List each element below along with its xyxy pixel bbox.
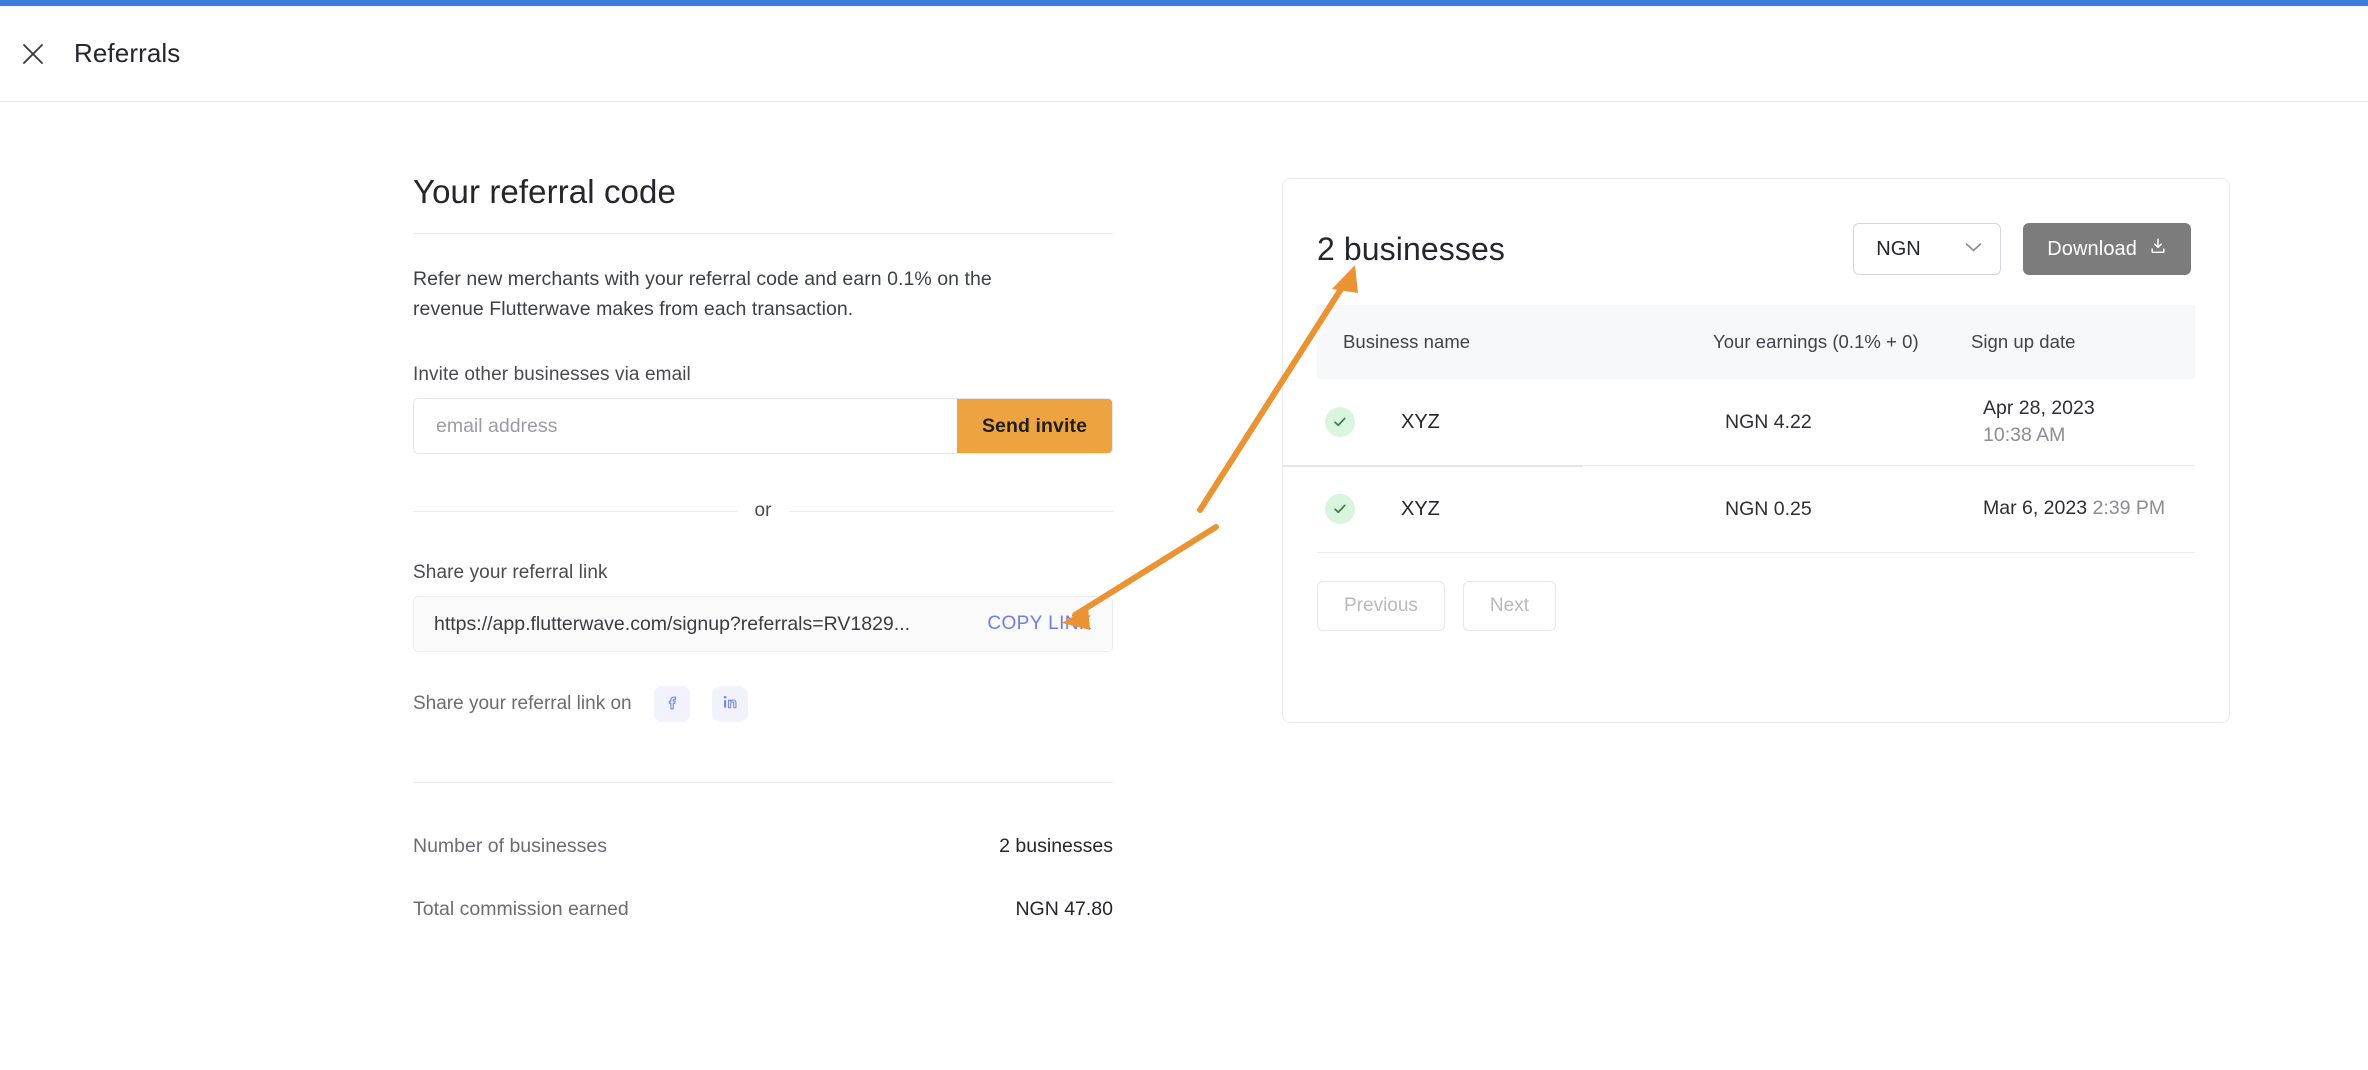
cell-earnings: NGN 0.25: [1725, 497, 1812, 520]
column-header-business-name: Business name: [1343, 330, 1471, 352]
referred-businesses-card: 2 businesses NGN Download Business name …: [1282, 178, 2230, 723]
card-header: 2 businesses NGN Download: [1283, 179, 2229, 275]
download-icon: [2149, 237, 2167, 261]
card-actions: NGN Download: [1853, 223, 2191, 275]
table-row[interactable]: XYZ NGN 0.25 Mar 6, 2023 2:39 PM: [1317, 466, 2195, 552]
or-rule-left: [413, 510, 737, 512]
table-header-row: Business name Your earnings (0.1% + 0) S…: [1317, 305, 2195, 379]
or-rule-right: [789, 510, 1113, 512]
chevron-down-icon: [1965, 240, 1982, 258]
cell-business-name: XYZ: [1401, 410, 1440, 433]
close-icon: [22, 43, 44, 65]
referral-code-panel: Your referral code Refer new merchants w…: [413, 173, 1113, 921]
businesses-count-title: 2 businesses: [1317, 230, 1505, 267]
invite-email-label: Invite other businesses via email: [413, 364, 691, 386]
summary-label: Number of businesses: [413, 835, 608, 858]
referral-link-text: https://app.flutterwave.com/signup?refer…: [434, 612, 911, 635]
cell-business-name: XYZ: [1401, 497, 1440, 520]
linkedin-icon: [721, 693, 739, 716]
column-header-earnings: Your earnings (0.1% + 0): [1713, 330, 1919, 352]
facebook-icon: [663, 693, 681, 716]
cell-signup-date: Mar 6, 2023 2:39 PM: [1983, 495, 2195, 522]
cell-signup-date: Apr 28, 2023 10:38 AM: [1983, 395, 2195, 450]
share-social-row: Share your referral link on: [413, 686, 1113, 723]
section-title: Your referral code: [413, 173, 676, 210]
previous-page-button[interactable]: Previous: [1317, 581, 1445, 631]
referral-description: Refer new merchants with your referral c…: [413, 268, 992, 321]
page-title: Referrals: [74, 38, 181, 68]
summary-row-commission: Total commission earned NGN 47.80: [413, 898, 1113, 921]
currency-select-value: NGN: [1876, 237, 1921, 260]
referrals-table: Business name Your earnings (0.1% + 0) S…: [1283, 305, 2195, 553]
download-button[interactable]: Download: [2023, 223, 2191, 275]
app-header: Referrals: [0, 6, 2368, 102]
linkedin-share-button[interactable]: [711, 686, 748, 723]
send-invite-button[interactable]: Send invite: [957, 399, 1112, 454]
summary-divider: [413, 782, 1113, 784]
facebook-share-button[interactable]: [653, 686, 690, 723]
table-pagination: Previous Next: [1317, 581, 2229, 631]
table-row[interactable]: XYZ NGN 4.22 Apr 28, 2023 10:38 AM: [1317, 379, 2195, 465]
summary-label: Total commission earned: [413, 898, 629, 921]
signup-time-value: 10:38 AM: [1983, 424, 2066, 446]
email-input[interactable]: [414, 399, 957, 454]
or-separator: or: [413, 500, 1113, 522]
signup-date-value: Mar 6, 2023: [1983, 497, 2088, 520]
row-divider: [1317, 552, 2195, 553]
or-label: or: [754, 500, 772, 522]
copy-link-button[interactable]: COPY LINK: [973, 613, 1092, 635]
share-social-label: Share your referral link on: [413, 693, 632, 715]
download-button-label: Download: [2047, 237, 2137, 260]
title-divider: [413, 233, 1113, 234]
signup-date-value: Apr 28, 2023: [1983, 396, 2095, 419]
summary-value: NGN 47.80: [1015, 898, 1113, 921]
check-circle-icon: [1325, 407, 1355, 437]
signup-time-value: 2:39 PM: [2092, 497, 2166, 520]
invite-email-row: Send invite: [413, 398, 1113, 455]
column-header-signup-date: Sign up date: [1971, 330, 2076, 352]
currency-select[interactable]: NGN: [1853, 223, 2002, 275]
check-circle-icon: [1325, 494, 1355, 524]
next-page-button[interactable]: Next: [1462, 581, 1556, 631]
summary-row-businesses: Number of businesses 2 businesses: [413, 835, 1113, 858]
page-body: Your referral code Refer new merchants w…: [0, 103, 2368, 967]
referral-link-row: https://app.flutterwave.com/signup?refer…: [413, 596, 1113, 653]
cell-earnings: NGN 4.22: [1725, 410, 1812, 433]
close-button[interactable]: [10, 31, 56, 77]
summary-value: 2 businesses: [999, 835, 1113, 858]
share-link-label: Share your referral link: [413, 562, 608, 584]
